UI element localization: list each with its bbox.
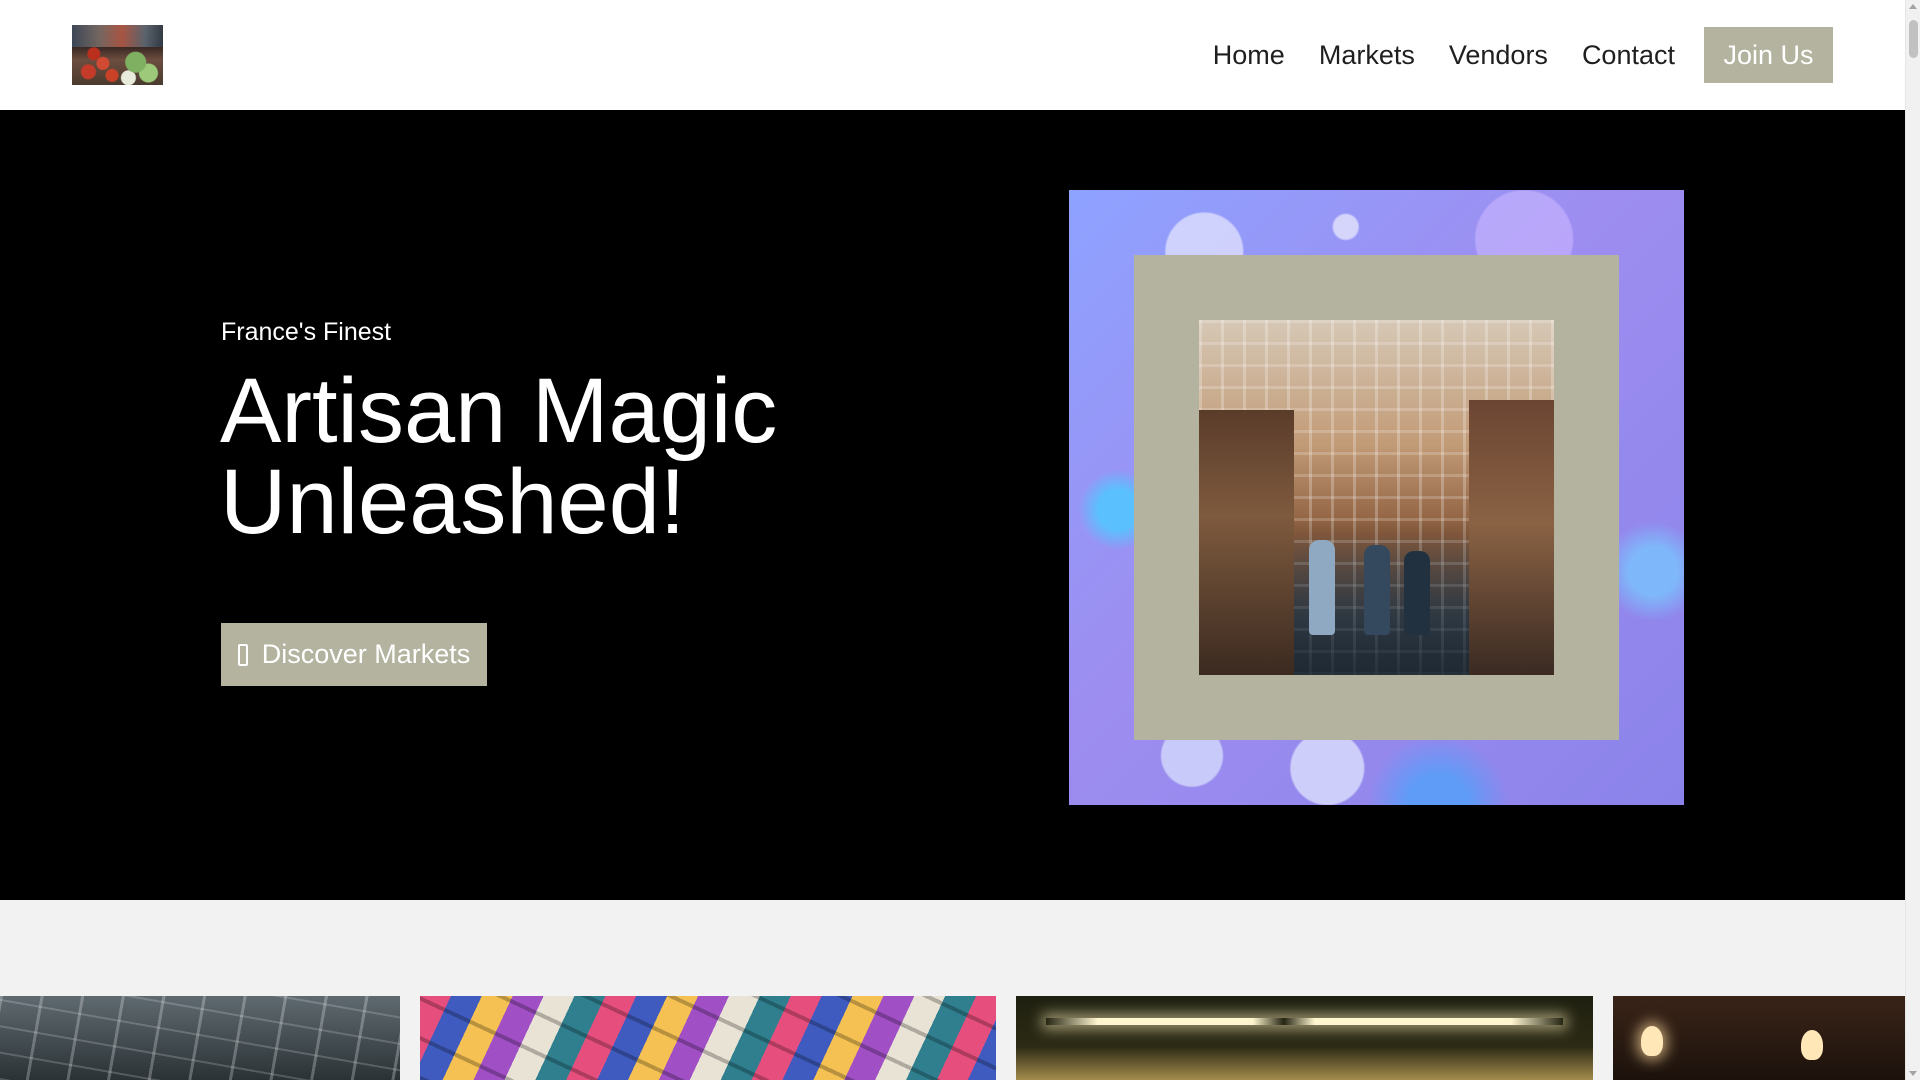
store-icon <box>237 643 248 666</box>
hero-headline: Artisan Magic Unleashed! <box>220 365 900 548</box>
site-header: Home Markets Vendors Contact Join Us <box>0 0 1905 110</box>
nav-markets-link[interactable]: Markets <box>1319 40 1415 71</box>
hero-headline-line-2: Unleashed! <box>220 451 686 553</box>
market-alley-photo <box>1199 320 1554 675</box>
hero-photo-frame <box>1134 255 1619 740</box>
hero-eyebrow: France's Finest <box>221 318 392 346</box>
scroll-down-arrow-icon[interactable] <box>1909 1071 1917 1076</box>
nav-contact-link[interactable]: Contact <box>1582 40 1675 71</box>
discover-markets-button[interactable]: Discover Markets <box>221 623 487 686</box>
market-ceiling-lights-photo[interactable] <box>1016 996 1593 1080</box>
shopper-figure <box>1404 551 1430 635</box>
nav-home-link[interactable]: Home <box>1213 40 1285 71</box>
nav-vendors-link[interactable]: Vendors <box>1449 40 1548 71</box>
hero-bubbles-artwork <box>1069 190 1684 805</box>
vertical-scrollbar[interactable] <box>1905 0 1920 1080</box>
join-us-button[interactable]: Join Us <box>1704 27 1833 83</box>
hero-section: France's Finest Artisan Magic Unleashed!… <box>0 110 1905 900</box>
shopper-figure <box>1364 545 1390 635</box>
main-nav: Home Markets Vendors Contact Join Us <box>1213 0 1905 110</box>
scrollbar-thumb[interactable] <box>1909 20 1918 58</box>
market-hall-roof-photo[interactable] <box>0 996 400 1080</box>
colorful-market-tents-photo[interactable] <box>420 996 996 1080</box>
market-gallery <box>0 996 1905 1080</box>
page: Home Markets Vendors Contact Join Us Fra… <box>0 0 1920 1080</box>
hanging-lamps-photo[interactable] <box>1613 996 1905 1080</box>
hero-headline-line-1: Artisan Magic <box>220 360 778 462</box>
viewport: Home Markets Vendors Contact Join Us Fra… <box>0 0 1905 1080</box>
discover-markets-label: Discover Markets <box>261 639 471 669</box>
site-logo[interactable] <box>72 25 163 85</box>
shopper-figure <box>1309 540 1335 635</box>
scroll-up-arrow-icon[interactable] <box>1909 4 1917 9</box>
